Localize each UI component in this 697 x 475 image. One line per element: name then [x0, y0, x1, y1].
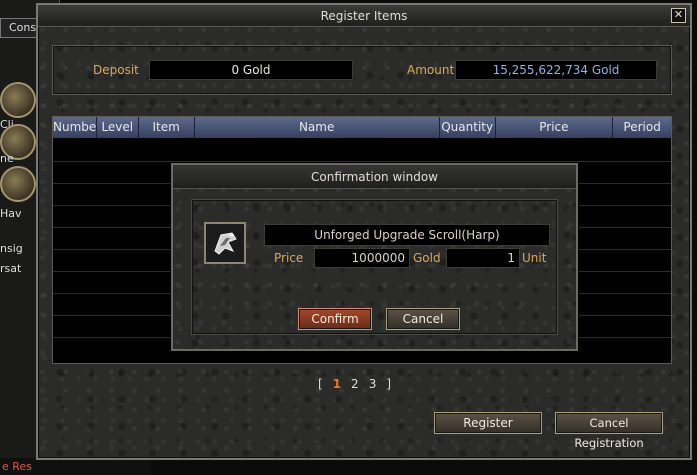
amount-value: 15,255,622,734 Gold [455, 60, 657, 80]
pager-close-bracket: ] [386, 377, 392, 391]
dialog-title: Confirmation window [173, 165, 576, 189]
cancel-button[interactable]: Cancel [386, 308, 460, 330]
confirm-button[interactable]: Confirm [298, 308, 372, 330]
gold-unit-label: Gold [413, 251, 441, 265]
item-name-field: Unforged Upgrade Scroll(Harp) [264, 224, 550, 246]
money-bag-round-icon[interactable] [0, 166, 36, 202]
page-3-link[interactable]: 3 [369, 377, 377, 397]
column-name[interactable]: Name [195, 117, 440, 138]
background-label: Hav [0, 207, 22, 220]
price-label: Price [274, 251, 304, 265]
scroll-item-icon [204, 222, 246, 264]
background-status-text: e Res [0, 458, 150, 475]
search-round-icon[interactable] [0, 82, 36, 118]
row-divider [53, 161, 671, 162]
gold-summary-panel: Deposit 0 Gold Amount 15,255,622,734 Gol… [52, 45, 672, 95]
price-field[interactable]: 1000000 [314, 248, 410, 268]
background-label: ne [0, 152, 14, 165]
register-button[interactable]: Register [434, 412, 542, 434]
column-item[interactable]: Item [139, 117, 195, 138]
deposit-value: 0 Gold [149, 60, 353, 80]
cancel-registration-button[interactable]: Cancel Registration [555, 412, 663, 450]
unit-label: Unit [522, 251, 547, 265]
deposit-label: Deposit [93, 63, 139, 77]
column-number[interactable]: Number [53, 117, 97, 138]
close-icon[interactable]: ✕ [671, 8, 686, 23]
column-level[interactable]: Level [97, 117, 139, 138]
pager-open-bracket: [ [318, 377, 323, 391]
amount-label: Amount [407, 63, 455, 77]
column-quantity[interactable]: Quantity [440, 117, 496, 138]
window-title: Register Items [38, 5, 690, 27]
pagination: [ 1 2 3 ] [318, 377, 408, 397]
column-period[interactable]: Period [613, 117, 671, 138]
background-label: nsig [0, 242, 23, 255]
page-2-link[interactable]: 2 [351, 377, 359, 397]
page-1-link[interactable]: 1 [333, 377, 341, 397]
table-header: Number Level Item Name Quantity Price Pe… [53, 117, 671, 138]
confirmation-dialog: Confirmation window Unforged Upgrade Scr… [171, 163, 578, 351]
column-price[interactable]: Price [496, 117, 614, 138]
unit-quantity-field[interactable]: 1 [446, 248, 520, 268]
dialog-content-panel: Unforged Upgrade Scroll(Harp) Price 1000… [191, 199, 558, 335]
background-label: rsat [0, 262, 22, 275]
